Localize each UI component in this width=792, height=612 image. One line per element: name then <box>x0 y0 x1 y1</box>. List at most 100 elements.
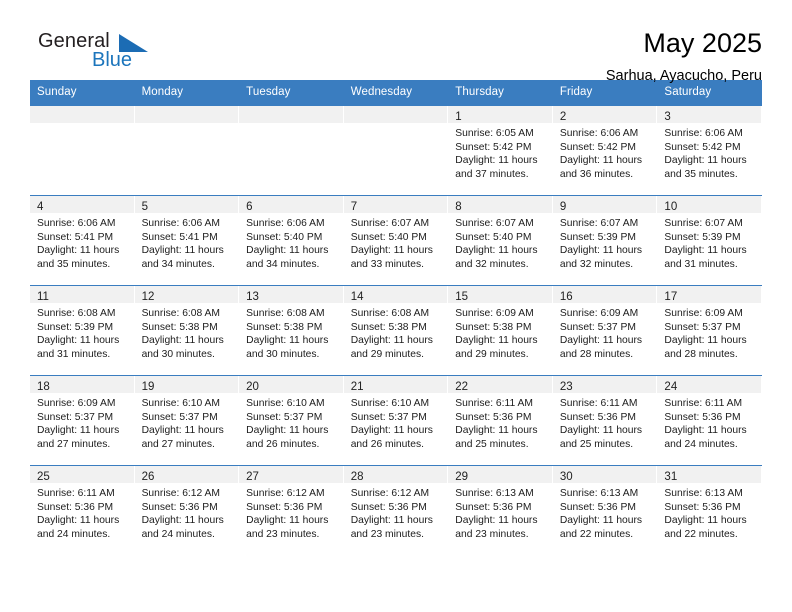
calendar-weeks: 1 Sunrise: 6:05 AM Sunset: 5:42 PM Daylight… <box>30 106 762 555</box>
daylight-text-line1: Daylight: 11 hours <box>559 245 643 257</box>
weekday-header-row: Sunday Monday Tuesday Wednesday Thursday… <box>30 80 762 106</box>
calendar-day-cell[interactable]: 21 Sunrise: 6:10 AM Sunset: 5:37 PM Dayligh… <box>343 376 449 465</box>
calendar-day-cell[interactable]: 30 Sunrise: 6:13 AM Sunset: 5:36 PM Dayligh… <box>552 466 658 555</box>
day-sun-info: Sunrise: 6:11 AM Sunset: 5:36 PM Daylight:… <box>448 393 552 451</box>
day-number: 31 <box>664 471 678 483</box>
daylight-text-line2: and 30 minutes. <box>141 348 215 360</box>
daylight-text-line2: and 24 minutes. <box>141 528 215 540</box>
day-number: 16 <box>559 291 573 303</box>
day-number-band: 26 <box>134 466 239 483</box>
calendar-day-cell[interactable]: 23 Sunrise: 6:11 AM Sunset: 5:36 PM Dayligh… <box>552 376 658 465</box>
calendar-day-cell[interactable]: 2 Sunrise: 6:06 AM Sunset: 5:42 PM Daylight… <box>552 106 658 195</box>
calendar-day-cell[interactable]: 13 Sunrise: 6:08 AM Sunset: 5:38 PM Dayligh… <box>239 286 344 375</box>
calendar-day-cell[interactable]: 8 Sunrise: 6:07 AM Sunset: 5:40 PM Daylight… <box>448 196 553 285</box>
day-sun-info: Sunrise: 6:10 AM Sunset: 5:37 PM Daylight:… <box>239 393 343 451</box>
calendar-day-cell[interactable]: 27 Sunrise: 6:12 AM Sunset: 5:36 PM Dayligh… <box>239 466 344 555</box>
sunset-text: Sunset: 5:38 PM <box>350 321 427 333</box>
daylight-text-line2: and 34 minutes. <box>246 258 320 270</box>
day-number: 4 <box>37 201 44 213</box>
day-sun-info: Sunrise: 6:09 AM Sunset: 5:37 PM Daylight:… <box>30 393 134 451</box>
day-number-band: 6 <box>239 196 343 213</box>
calendar-day-cell[interactable]: 3 Sunrise: 6:06 AM Sunset: 5:42 PM Daylight… <box>657 106 762 195</box>
day-number: 5 <box>141 201 148 213</box>
sunset-text: Sunset: 5:36 PM <box>455 411 532 423</box>
sunset-text: Sunset: 5:39 PM <box>559 231 636 243</box>
sunrise-text: Sunrise: 6:11 AM <box>559 398 638 409</box>
day-sun-info: Sunrise: 6:05 AM Sunset: 5:42 PM Daylight:… <box>448 123 552 181</box>
calendar-day-cell[interactable]: 26 Sunrise: 6:12 AM Sunset: 5:36 PM Dayligh… <box>134 466 240 555</box>
sunrise-text: Sunrise: 6:06 AM <box>246 218 325 229</box>
daylight-text-line1: Daylight: 11 hours <box>455 515 538 527</box>
calendar-day-cell[interactable]: 15 Sunrise: 6:09 AM Sunset: 5:38 PM Dayligh… <box>448 286 553 375</box>
day-number-band: 20 <box>239 376 343 393</box>
calendar-day-cell[interactable]: 17 Sunrise: 6:09 AM Sunset: 5:37 PM Dayligh… <box>657 286 762 375</box>
generalblue-logo[interactable]: General Blue <box>30 28 150 78</box>
day-number: 14 <box>350 291 364 303</box>
calendar-cell-empty <box>239 106 344 195</box>
daylight-text-line2: and 27 minutes. <box>37 438 111 450</box>
day-number: 17 <box>664 291 678 303</box>
daylight-text-line2: and 23 minutes. <box>246 528 320 540</box>
calendar-cell-empty <box>134 106 240 195</box>
calendar-day-cell[interactable]: 6 Sunrise: 6:06 AM Sunset: 5:40 PM Daylight… <box>239 196 344 285</box>
day-number-band: 28 <box>343 466 448 483</box>
sunset-text: Sunset: 5:36 PM <box>141 501 218 513</box>
day-sun-info: Sunrise: 6:08 AM Sunset: 5:38 PM Daylight:… <box>239 303 343 361</box>
calendar-day-cell[interactable]: 4 Sunrise: 6:06 AM Sunset: 5:41 PM Daylight… <box>30 196 135 285</box>
calendar-day-cell[interactable]: 22 Sunrise: 6:11 AM Sunset: 5:36 PM Dayligh… <box>448 376 553 465</box>
calendar-day-cell[interactable]: 5 Sunrise: 6:06 AM Sunset: 5:41 PM Daylight… <box>134 196 240 285</box>
calendar-day-cell[interactable]: 7 Sunrise: 6:07 AM Sunset: 5:40 PM Daylight… <box>343 196 449 285</box>
calendar-day-cell[interactable]: 20 Sunrise: 6:10 AM Sunset: 5:37 PM Dayligh… <box>239 376 344 465</box>
calendar-day-cell[interactable]: 14 Sunrise: 6:08 AM Sunset: 5:38 PM Dayligh… <box>343 286 449 375</box>
calendar-week-row: 18 Sunrise: 6:09 AM Sunset: 5:37 PM Dayligh… <box>30 375 762 465</box>
day-number-band: 10 <box>657 196 761 213</box>
daylight-text-line1: Daylight: 11 hours <box>246 515 329 527</box>
sunrise-text: Sunrise: 6:06 AM <box>664 128 743 139</box>
calendar-day-cell[interactable]: 11 Sunrise: 6:08 AM Sunset: 5:39 PM Dayligh… <box>30 286 135 375</box>
calendar-day-cell[interactable]: 31 Sunrise: 6:13 AM Sunset: 5:36 PM Dayligh… <box>657 466 762 555</box>
daylight-text-line1: Daylight: 11 hours <box>455 155 538 167</box>
logo-text-blue: Blue <box>92 49 133 71</box>
sunset-text: Sunset: 5:36 PM <box>559 411 636 423</box>
daylight-text-line2: and 23 minutes. <box>350 528 424 540</box>
daylight-text-line2: and 28 minutes. <box>664 348 738 360</box>
calendar-day-cell[interactable]: 24 Sunrise: 6:11 AM Sunset: 5:36 PM Dayligh… <box>657 376 762 465</box>
day-number: 7 <box>350 201 358 213</box>
sunrise-text: Sunrise: 6:11 AM <box>664 398 743 409</box>
daylight-text-line2: and 27 minutes. <box>141 438 215 450</box>
sunrise-text: Sunrise: 6:10 AM <box>246 398 325 409</box>
calendar-day-cell[interactable]: 29 Sunrise: 6:13 AM Sunset: 5:36 PM Dayligh… <box>448 466 553 555</box>
sunset-text: Sunset: 5:42 PM <box>455 141 532 153</box>
day-number: 24 <box>664 381 678 393</box>
sunset-text: Sunset: 5:40 PM <box>455 231 532 243</box>
daylight-text-line2: and 25 minutes. <box>455 438 529 450</box>
sunrise-text: Sunrise: 6:06 AM <box>559 128 639 139</box>
daylight-text-line2: and 32 minutes. <box>559 258 634 270</box>
sunset-text: Sunset: 5:41 PM <box>37 231 114 243</box>
daylight-text-line2: and 37 minutes. <box>455 168 529 180</box>
calendar-day-cell[interactable]: 12 Sunrise: 6:08 AM Sunset: 5:38 PM Dayligh… <box>134 286 240 375</box>
day-number: 12 <box>141 291 155 303</box>
day-number: 18 <box>37 381 50 393</box>
day-number-band: 9 <box>552 196 657 213</box>
daylight-text-line2: and 24 minutes. <box>37 528 111 540</box>
sunrise-text: Sunrise: 6:12 AM <box>141 488 220 499</box>
sunrise-text: Sunrise: 6:09 AM <box>559 308 639 319</box>
day-number: 1 <box>455 111 462 123</box>
calendar-day-cell[interactable]: 9 Sunrise: 6:07 AM Sunset: 5:39 PM Daylight… <box>552 196 658 285</box>
day-sun-info: Sunrise: 6:06 AM Sunset: 5:42 PM Daylight:… <box>657 123 761 181</box>
calendar-day-cell[interactable]: 28 Sunrise: 6:12 AM Sunset: 5:36 PM Dayligh… <box>343 466 449 555</box>
day-number-band: 23 <box>552 376 657 393</box>
day-sun-info: Sunrise: 6:07 AM Sunset: 5:40 PM Daylight:… <box>448 213 552 271</box>
calendar-day-cell[interactable]: 16 Sunrise: 6:09 AM Sunset: 5:37 PM Dayligh… <box>552 286 658 375</box>
sunrise-text: Sunrise: 6:09 AM <box>664 308 743 319</box>
calendar-day-cell[interactable]: 10 Sunrise: 6:07 AM Sunset: 5:39 PM Dayligh… <box>657 196 762 285</box>
day-number-band: 14 <box>343 286 448 303</box>
calendar-day-cell[interactable]: 19 Sunrise: 6:10 AM Sunset: 5:37 PM Dayligh… <box>134 376 240 465</box>
day-number-band <box>30 106 134 123</box>
calendar-day-cell[interactable]: 1 Sunrise: 6:05 AM Sunset: 5:42 PM Daylight… <box>448 106 553 195</box>
calendar-day-cell[interactable]: 18 Sunrise: 6:09 AM Sunset: 5:37 PM Dayligh… <box>30 376 135 465</box>
sunset-text: Sunset: 5:40 PM <box>246 231 323 243</box>
calendar-day-cell[interactable]: 25 Sunrise: 6:11 AM Sunset: 5:36 PM Dayligh… <box>30 466 135 555</box>
day-sun-info: Sunrise: 6:10 AM Sunset: 5:37 PM Daylight:… <box>344 393 448 451</box>
